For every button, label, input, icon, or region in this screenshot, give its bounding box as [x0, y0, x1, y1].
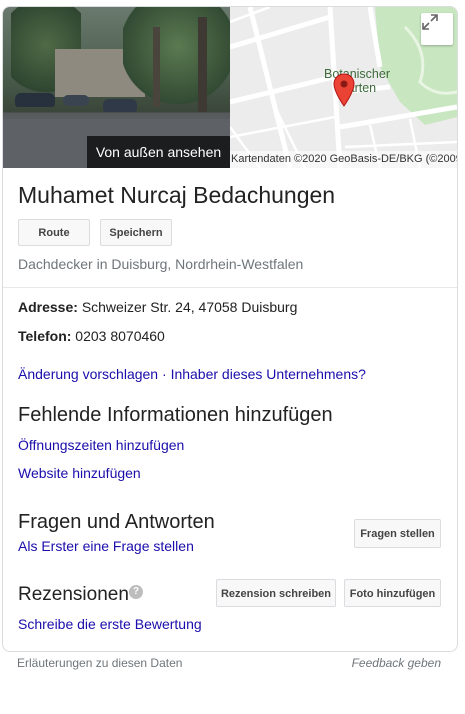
- save-button[interactable]: Speichern: [100, 219, 172, 246]
- expand-icon: [422, 14, 438, 30]
- address-label: Adresse:: [18, 299, 78, 315]
- divider: [3, 287, 457, 288]
- expand-map-button[interactable]: [421, 13, 453, 45]
- write-review-button[interactable]: Rezension schreiben: [216, 579, 336, 607]
- business-name: Muhamet Nurcaj Bedachungen: [18, 182, 336, 208]
- map-attribution: Kartendaten ©2020 GeoBasis-DE/BKG (©2009…: [230, 151, 457, 168]
- media-strip: Von außen ansehen Botanischer Garten Kar…: [3, 7, 457, 168]
- feedback-link[interactable]: Feedback geben: [352, 656, 441, 670]
- first-review-link[interactable]: Schreibe die erste Bewertung: [18, 616, 202, 632]
- suggest-edit-link[interactable]: Änderung vorschlagen: [18, 366, 158, 382]
- address-value[interactable]: Schweizer Str. 24, 47058 Duisburg: [82, 299, 298, 315]
- link-separator: ·: [162, 366, 167, 382]
- photo-tree-trunk: [153, 27, 160, 107]
- knowledge-panel: Von außen ansehen Botanischer Garten Kar…: [2, 6, 458, 652]
- photo-tree-trunk: [198, 17, 207, 112]
- photo-car: [103, 99, 137, 112]
- photo-car: [15, 93, 55, 107]
- add-website-link[interactable]: Website hinzufügen: [18, 465, 141, 481]
- first-question-link[interactable]: Als Erster eine Frage stellen: [18, 538, 194, 554]
- add-photo-button[interactable]: Foto hinzufügen: [344, 579, 441, 607]
- map-thumbnail[interactable]: Botanischer Garten Kartendaten ©2020 Geo…: [230, 7, 457, 168]
- photo-car: [63, 95, 89, 106]
- missing-info-heading: Fehlende Informationen hinzufügen: [18, 404, 333, 426]
- location-pin-icon: [333, 73, 355, 107]
- business-category: Dachdecker in Duisburg, Nordrhein-Westfa…: [18, 256, 304, 272]
- help-icon[interactable]: ?: [129, 585, 143, 599]
- qa-heading: Fragen und Antworten: [18, 511, 215, 533]
- ask-question-button[interactable]: Fragen stellen: [354, 519, 441, 548]
- street-view-label[interactable]: Von außen ansehen: [87, 136, 230, 168]
- phone-label: Telefon:: [18, 328, 72, 344]
- address-row: Adresse: Schweizer Str. 24, 47058 Duisbu…: [18, 299, 297, 315]
- add-hours-link[interactable]: Öffnungszeiten hinzufügen: [18, 437, 184, 453]
- edit-links: Änderung vorschlagen · Inhaber dieses Un…: [18, 366, 366, 382]
- phone-row: Telefon: 0203 8070460: [18, 328, 165, 344]
- street-view-photo[interactable]: Von außen ansehen: [3, 7, 230, 168]
- reviews-heading: Rezensionen: [18, 584, 129, 605]
- owner-link[interactable]: Inhaber dieses Unternehmens?: [171, 366, 366, 382]
- route-button[interactable]: Route: [18, 219, 90, 246]
- photo-tree: [123, 7, 230, 107]
- data-explanation-link[interactable]: Erläuterungen zu diesen Daten: [17, 656, 182, 670]
- phone-value[interactable]: 0203 8070460: [75, 328, 165, 344]
